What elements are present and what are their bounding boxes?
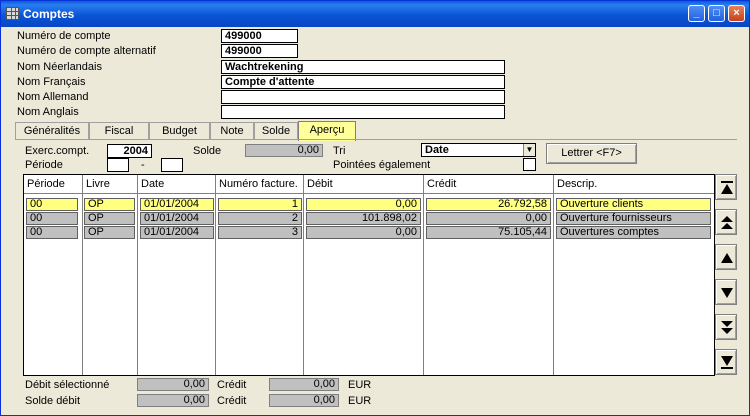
selected-credit-value: 0,00	[269, 378, 339, 391]
cell-period: 00	[26, 198, 78, 211]
dutch-name-field[interactable]: Wachtrekening	[221, 60, 505, 74]
maximize-button[interactable]: □	[708, 5, 725, 22]
period-from-field[interactable]	[107, 158, 129, 172]
table-row[interactable]: 00 OP 01/01/2004 1 0,00 26.792,58 Ouvert…	[24, 198, 714, 211]
currency-label: EUR	[348, 379, 372, 391]
cell-description: Ouverture fournisseurs	[556, 212, 711, 225]
balance-credit-label: Crédit	[217, 395, 247, 407]
col-header-period[interactable]: Période	[24, 175, 83, 194]
next-record-button[interactable]	[715, 279, 737, 305]
cell-book: OP	[84, 212, 135, 225]
cell-period: 00	[26, 226, 78, 239]
french-name-field[interactable]: Compte d'attente	[221, 75, 505, 89]
sort-select[interactable]: Date ▼	[421, 143, 536, 157]
col-header-date[interactable]: Date	[138, 175, 216, 194]
page-up-button[interactable]	[715, 209, 737, 235]
balance-credit-value: 0,00	[269, 394, 339, 407]
german-name-label: Nom Allemand	[17, 91, 89, 103]
table-row[interactable]: 00 OP 01/01/2004 2 101.898,02 0,00 Ouver…	[24, 212, 714, 225]
account-number-field[interactable]: 499000	[221, 29, 298, 43]
cell-debit: 0,00	[306, 198, 421, 211]
close-button[interactable]: ×	[728, 5, 745, 22]
tab-fiscal[interactable]: Fiscal	[89, 122, 149, 140]
selected-debit-label: Débit sélectionné	[25, 379, 110, 391]
previous-record-button[interactable]	[715, 244, 737, 270]
tab-note[interactable]: Note	[210, 122, 254, 140]
cell-description: Ouverture clients	[556, 198, 711, 211]
cell-credit: 26.792,58	[426, 198, 551, 211]
title-bar[interactable]: Comptes _ □ ×	[1, 1, 749, 27]
col-header-book[interactable]: Livre	[83, 175, 138, 194]
cell-credit: 0,00	[426, 212, 551, 225]
tab-budget[interactable]: Budget	[149, 122, 210, 140]
cell-description: Ouvertures comptes	[556, 226, 711, 239]
col-header-description[interactable]: Descrip.	[554, 175, 714, 194]
alt-account-number-label: Numéro de compte alternatif	[17, 45, 156, 57]
cell-debit: 101.898,02	[306, 212, 421, 225]
first-record-button[interactable]	[715, 174, 737, 200]
selected-debit-value: 0,00	[137, 378, 209, 391]
tab-general[interactable]: Généralités	[15, 122, 89, 140]
cell-date: 01/01/2004	[140, 212, 214, 225]
currency-label: EUR	[348, 395, 372, 407]
page-down-button[interactable]	[715, 314, 737, 340]
col-header-debit[interactable]: Débit	[304, 175, 424, 194]
col-header-credit[interactable]: Crédit	[424, 175, 554, 194]
debit-balance-value: 0,00	[137, 394, 209, 407]
cell-book: OP	[84, 198, 135, 211]
tab-apercu[interactable]: Aperçu	[298, 121, 356, 141]
double-up-icon	[721, 216, 733, 229]
sort-label: Tri	[333, 145, 346, 157]
arrow-top-icon	[721, 181, 733, 194]
french-name-label: Nom Français	[17, 76, 86, 88]
german-name-field[interactable]	[221, 90, 505, 104]
solde-value: 0,00	[245, 144, 323, 157]
account-number-label: Numéro de compte	[17, 30, 111, 42]
pointed-checkbox[interactable]	[523, 158, 536, 171]
period-label: Période	[25, 159, 63, 171]
exercise-field[interactable]: 2004	[107, 144, 152, 158]
cell-invoice: 1	[218, 198, 302, 211]
solde-label: Solde	[193, 145, 222, 157]
double-down-icon	[721, 321, 733, 334]
chevron-down-icon[interactable]: ▼	[523, 144, 535, 156]
tab-solde[interactable]: Solde	[254, 122, 298, 140]
pointed-label: Pointées également	[333, 159, 431, 171]
cell-invoice: 3	[218, 226, 302, 239]
debit-balance-label: Solde débit	[25, 395, 81, 407]
cell-credit: 75.105,44	[426, 226, 551, 239]
minimize-button[interactable]: _	[688, 5, 705, 22]
exercise-label: Exerc.compt.	[25, 145, 90, 157]
selected-credit-label: Crédit	[217, 379, 247, 391]
table-row[interactable]: 00 OP 01/01/2004 3 0,00 75.105,44 Ouvert…	[24, 226, 714, 239]
english-name-label: Nom Anglais	[17, 106, 79, 118]
sort-select-value: Date	[425, 144, 449, 156]
last-record-button[interactable]	[715, 349, 737, 375]
cell-period: 00	[26, 212, 78, 225]
record-navigation	[715, 174, 737, 376]
arrow-up-icon	[721, 253, 733, 263]
alt-account-number-field[interactable]: 499000	[221, 44, 298, 58]
cell-date: 01/01/2004	[140, 226, 214, 239]
window-title: Comptes	[23, 7, 75, 21]
period-to-field[interactable]	[161, 158, 183, 172]
tab-divider	[15, 139, 737, 140]
dutch-name-label: Nom Néerlandais	[17, 61, 102, 73]
accounts-window: Comptes _ □ × Numéro de compte 499000 Nu…	[0, 0, 750, 416]
period-separator: -	[141, 159, 145, 171]
entries-table: Période Livre Date Numéro facture. Débit…	[23, 174, 715, 376]
arrow-bottom-icon	[721, 356, 733, 369]
cell-book: OP	[84, 226, 135, 239]
arrow-down-icon	[721, 288, 733, 298]
cell-invoice: 2	[218, 212, 302, 225]
grid-icon	[6, 7, 19, 20]
col-header-invoice[interactable]: Numéro facture.	[216, 175, 304, 194]
cell-debit: 0,00	[306, 226, 421, 239]
english-name-field[interactable]	[221, 105, 505, 119]
letter-button[interactable]: Lettrer <F7>	[546, 143, 637, 164]
cell-date: 01/01/2004	[140, 198, 214, 211]
